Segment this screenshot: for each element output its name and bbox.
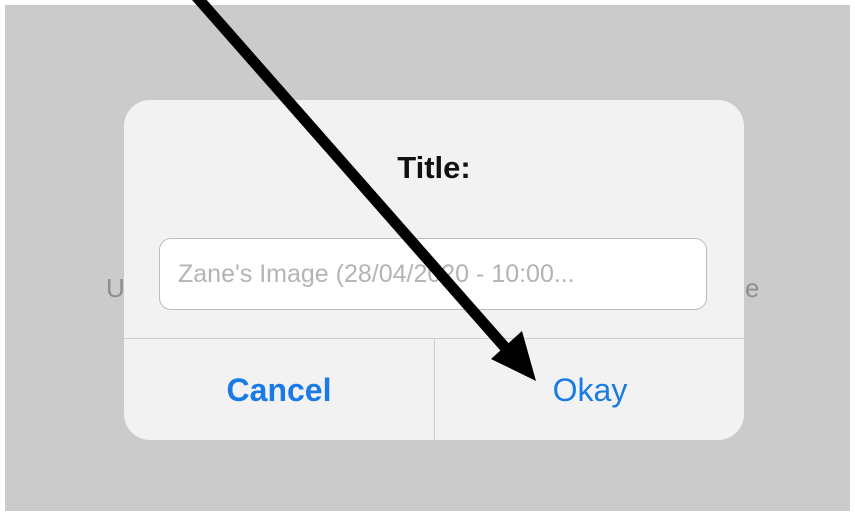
background-text-right: e bbox=[745, 273, 760, 303]
title-alert-dialog: Title: Cancel Okay bbox=[124, 100, 744, 440]
screen: U e Title: Cancel Okay bbox=[0, 0, 855, 516]
dialog-title: Title: bbox=[397, 150, 471, 185]
okay-button[interactable]: Okay bbox=[435, 339, 744, 440]
dialog-button-row: Cancel Okay bbox=[124, 338, 744, 440]
cancel-button[interactable]: Cancel bbox=[124, 339, 434, 440]
title-input[interactable] bbox=[159, 238, 707, 310]
background-text-left: U bbox=[106, 273, 125, 303]
